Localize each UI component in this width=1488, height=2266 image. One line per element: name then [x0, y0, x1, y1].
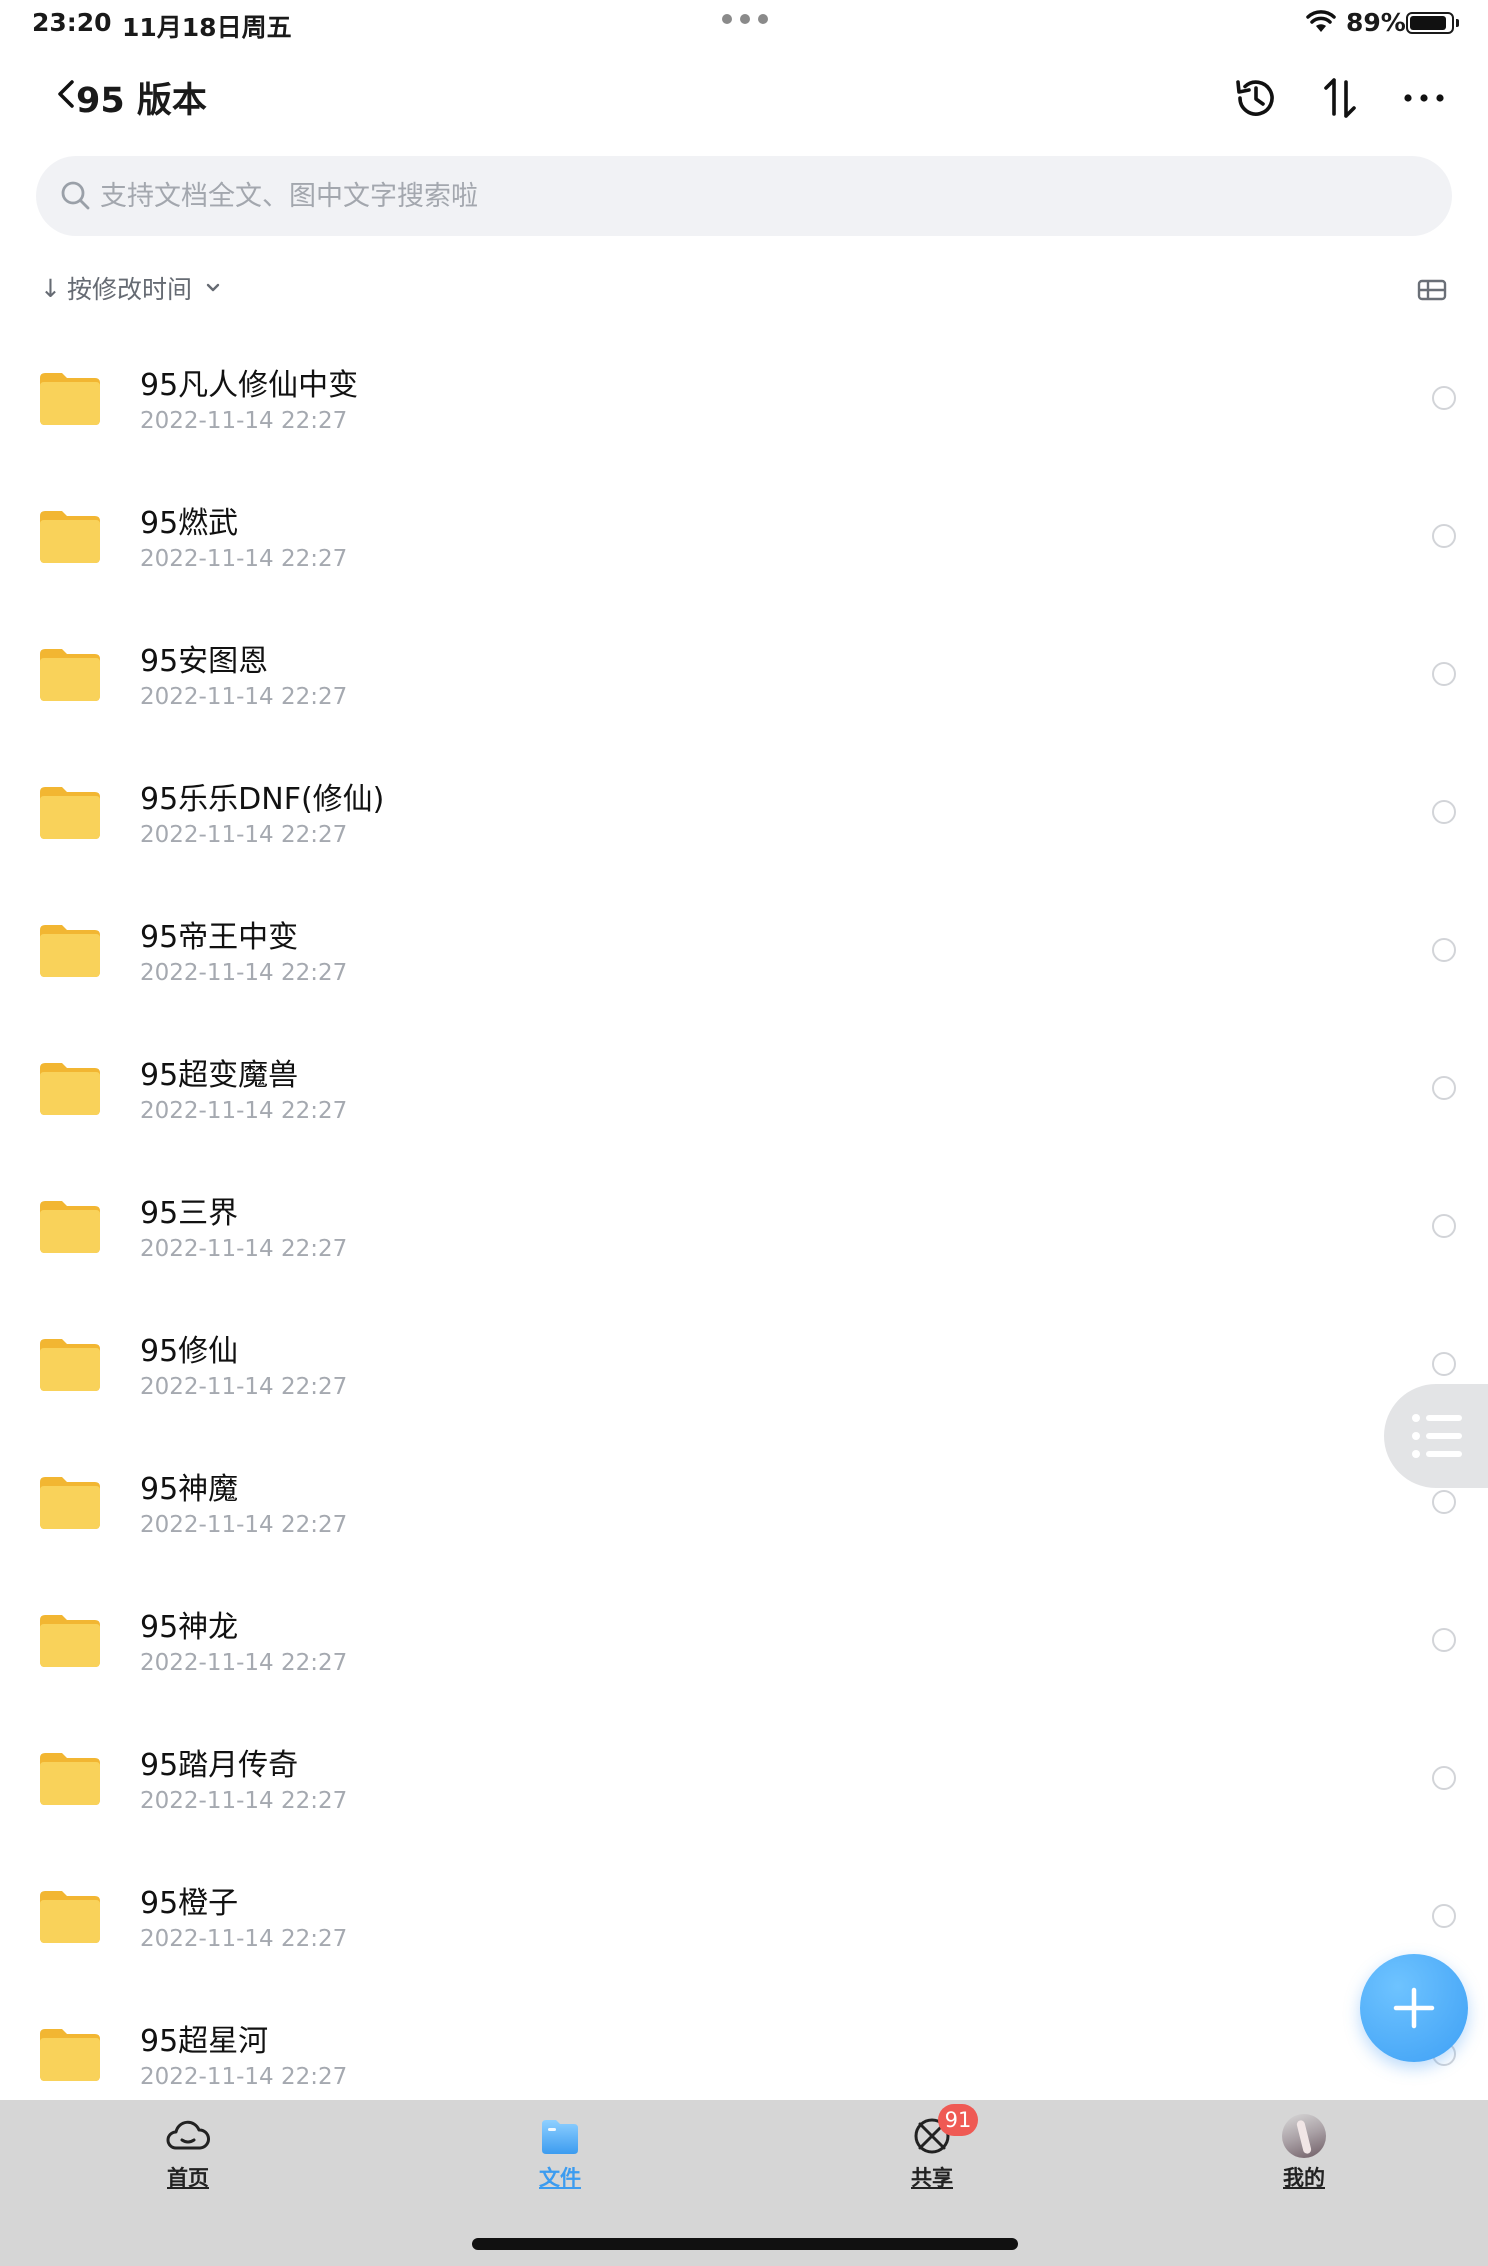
tab-files-label: 文件 — [539, 2166, 581, 2190]
file-modified-time: 2022-11-14 22:27 — [140, 1236, 348, 1262]
tab-share-label: 共享 — [911, 2166, 953, 2190]
folder-icon — [40, 787, 100, 839]
select-radio[interactable] — [1432, 1628, 1456, 1652]
folder-icon — [542, 2120, 578, 2154]
add-button[interactable] — [1360, 1954, 1468, 2062]
file-name: 95神龙 — [140, 1610, 239, 1645]
folder-icon — [40, 2029, 100, 2081]
list-item[interactable]: 95修仙 2022-11-14 22:27 — [0, 1296, 1488, 1434]
chevron-down-icon — [206, 283, 220, 292]
list-item[interactable]: 95安图恩 2022-11-14 22:27 — [0, 606, 1488, 744]
history-icon[interactable] — [1228, 70, 1284, 126]
more-icon[interactable] — [1396, 70, 1452, 126]
sort-label: 按修改时间 — [66, 275, 192, 304]
status-bar: 23:20 11月18日周五 89% — [0, 0, 1488, 48]
file-name: 95三界 — [140, 1196, 239, 1231]
select-radio[interactable] — [1432, 938, 1456, 962]
file-name: 95踏月传奇 — [140, 1748, 299, 1783]
side-list-button[interactable] — [1384, 1384, 1488, 1488]
select-radio[interactable] — [1432, 1352, 1456, 1376]
battery-icon — [1406, 12, 1459, 34]
file-modified-time: 2022-11-14 22:27 — [140, 546, 348, 572]
list-item[interactable]: 95三界 2022-11-14 22:27 — [0, 1158, 1488, 1296]
sort-selector[interactable]: ↓ 按修改时间 — [40, 270, 224, 306]
list-item[interactable]: 95橙子 2022-11-14 22:27 — [0, 1848, 1488, 1986]
folder-icon — [40, 1753, 100, 1805]
tab-share[interactable]: 91 共享 — [872, 2104, 992, 2194]
list-item[interactable]: 95帝王中变 2022-11-14 22:27 — [0, 882, 1488, 1020]
search-input[interactable] — [100, 156, 1420, 236]
list-item[interactable]: 95凡人修仙中变 2022-11-14 22:27 — [0, 330, 1488, 468]
file-name: 95帝王中变 — [140, 920, 299, 955]
list-item[interactable]: 95超变魔兽 2022-11-14 22:27 — [0, 1020, 1488, 1158]
select-radio[interactable] — [1432, 1904, 1456, 1928]
battery-percent: 89% — [1346, 8, 1406, 37]
select-radio[interactable] — [1432, 1076, 1456, 1100]
folder-icon — [40, 373, 100, 425]
tab-files[interactable]: 文件 — [500, 2114, 620, 2194]
share-badge: 91 — [938, 2104, 978, 2136]
sort-arrow-icon: ↓ — [40, 273, 61, 303]
file-modified-time: 2022-11-14 22:27 — [140, 1374, 348, 1400]
file-name: 95超变魔兽 — [140, 1058, 299, 1093]
folder-icon — [40, 649, 100, 701]
select-radio[interactable] — [1432, 1490, 1456, 1514]
file-name: 95凡人修仙中变 — [140, 368, 359, 403]
avatar — [1282, 2114, 1326, 2158]
file-modified-time: 2022-11-14 22:27 — [140, 822, 348, 848]
home-indicator[interactable] — [472, 2238, 1018, 2250]
file-name: 95橙子 — [140, 1886, 239, 1921]
file-modified-time: 2022-11-14 22:27 — [140, 1788, 348, 1814]
tab-profile-label: 我的 — [1283, 2166, 1325, 2190]
file-modified-time: 2022-11-14 22:27 — [140, 1926, 348, 1952]
select-radio[interactable] — [1432, 386, 1456, 410]
folder-icon — [40, 1201, 100, 1253]
folder-icon — [40, 1339, 100, 1391]
plus-icon — [1393, 1987, 1435, 2029]
folder-icon — [40, 925, 100, 977]
folder-icon — [40, 1063, 100, 1115]
folder-icon — [40, 1615, 100, 1667]
view-toggle-icon[interactable] — [1416, 276, 1448, 304]
file-name: 95乐乐DNF(修仙) — [140, 782, 385, 817]
file-modified-time: 2022-11-14 22:27 — [140, 1650, 348, 1676]
list-item[interactable]: 95踏月传奇 2022-11-14 22:27 — [0, 1710, 1488, 1848]
wifi-icon — [1306, 10, 1336, 32]
select-radio[interactable] — [1432, 1766, 1456, 1790]
select-radio[interactable] — [1432, 800, 1456, 824]
list-item[interactable]: 95神龙 2022-11-14 22:27 — [0, 1572, 1488, 1710]
tab-profile[interactable]: 我的 — [1244, 2114, 1364, 2194]
file-modified-time: 2022-11-14 22:27 — [140, 1512, 348, 1538]
status-date: 11月18日周五 — [122, 13, 292, 42]
search-box[interactable] — [36, 156, 1452, 236]
list-item[interactable]: 95神魔 2022-11-14 22:27 — [0, 1434, 1488, 1572]
file-name: 95修仙 — [140, 1334, 239, 1369]
file-modified-time: 2022-11-14 22:27 — [140, 408, 348, 434]
select-radio[interactable] — [1432, 662, 1456, 686]
page-title: 95 版本 — [76, 81, 207, 121]
sort-icon[interactable] — [1312, 70, 1368, 126]
cloud-icon — [166, 2120, 210, 2150]
select-radio[interactable] — [1432, 524, 1456, 548]
file-name: 95神魔 — [140, 1472, 239, 1507]
status-time: 23:20 — [32, 8, 112, 37]
folder-icon — [40, 511, 100, 563]
folder-icon — [40, 1477, 100, 1529]
tab-home[interactable]: 首页 — [128, 2114, 248, 2194]
list-item[interactable]: 95乐乐DNF(修仙) 2022-11-14 22:27 — [0, 744, 1488, 882]
file-name: 95超星河 — [140, 2024, 269, 2059]
multitasking-dots-icon[interactable] — [722, 14, 768, 24]
list-icon — [1412, 1414, 1462, 1458]
folder-icon — [40, 1891, 100, 1943]
file-modified-time: 2022-11-14 22:27 — [140, 1098, 348, 1124]
tab-home-label: 首页 — [167, 2166, 209, 2190]
search-icon — [61, 181, 90, 210]
file-modified-time: 2022-11-14 22:27 — [140, 960, 348, 986]
select-radio[interactable] — [1432, 1214, 1456, 1238]
file-name: 95燃武 — [140, 506, 239, 541]
file-modified-time: 2022-11-14 22:27 — [140, 2064, 348, 2090]
file-modified-time: 2022-11-14 22:27 — [140, 684, 348, 710]
file-name: 95安图恩 — [140, 644, 269, 679]
list-item[interactable]: 95燃武 2022-11-14 22:27 — [0, 468, 1488, 606]
